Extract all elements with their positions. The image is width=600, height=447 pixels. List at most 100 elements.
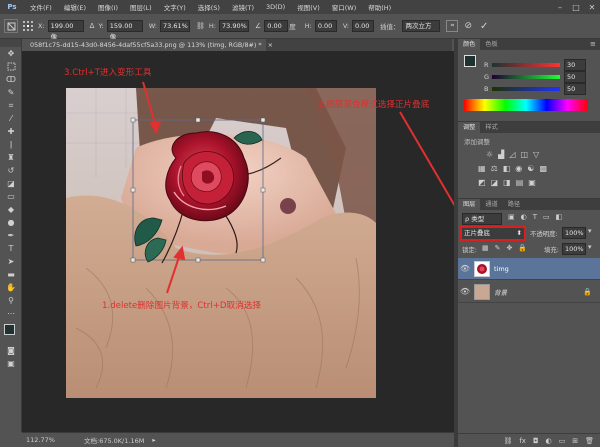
channel-b-input[interactable]: 50	[564, 83, 586, 95]
doc-size-info[interactable]: 文档:675.0K/1.16M	[84, 435, 144, 445]
more-tools-icon[interactable]: ⋯	[0, 307, 22, 320]
opacity-input[interactable]: 100%	[562, 227, 586, 239]
document-canvas[interactable]	[66, 88, 376, 398]
menu-filter[interactable]: 滤镜(T)	[226, 2, 260, 12]
crop-tool-icon[interactable]: ⌗	[0, 99, 22, 112]
gradient-map-icon[interactable]: ▤	[516, 178, 524, 187]
new-adjustment-icon[interactable]: ◐	[546, 437, 552, 445]
foreground-color-swatch[interactable]	[4, 324, 15, 335]
vibrance-icon[interactable]: ▽	[533, 150, 539, 159]
tab-color[interactable]: 颜色	[458, 39, 481, 50]
exposure-icon[interactable]: ◫	[520, 150, 528, 159]
shape-tool-icon[interactable]: ▬	[0, 268, 22, 281]
maximize-button[interactable]: □	[568, 0, 584, 14]
tab-adjustments[interactable]: 调整	[458, 122, 481, 133]
layer-name-background[interactable]: 背景	[494, 287, 507, 297]
healing-brush-tool-icon[interactable]: ✚	[0, 125, 22, 138]
brightness-icon[interactable]: ☼	[486, 150, 493, 159]
transform-tool-icon[interactable]	[4, 19, 18, 33]
marquee-tool-icon[interactable]	[0, 60, 22, 73]
delta-icon[interactable]: Δ	[90, 22, 95, 30]
lock-all-icon[interactable]: 🔒	[518, 244, 527, 252]
menu-help[interactable]: 帮助(H)	[362, 2, 397, 12]
menu-edit[interactable]: 编辑(E)	[58, 2, 92, 12]
channel-g-slider[interactable]	[492, 75, 560, 79]
lock-position-icon[interactable]: ✥	[507, 244, 513, 252]
photo-filter-icon[interactable]: ◉	[515, 164, 522, 173]
add-mask-icon[interactable]: ◘	[533, 437, 539, 445]
color-spectrum-bar[interactable]	[464, 99, 588, 111]
pen-tool-icon[interactable]: ✒	[0, 229, 22, 242]
levels-icon[interactable]: ▟	[498, 150, 504, 159]
menu-type[interactable]: 文字(Y)	[158, 2, 192, 12]
delete-layer-icon[interactable]: 🗑	[585, 437, 594, 445]
quick-mask-icon[interactable]: ◙	[0, 344, 22, 357]
link-layers-icon[interactable]: ⛓	[503, 437, 512, 445]
filter-shape-icon[interactable]: ▭	[543, 213, 550, 221]
tab-styles[interactable]: 样式	[480, 122, 502, 133]
menu-select[interactable]: 选择(S)	[192, 2, 226, 12]
color-balance-icon[interactable]: ⚖	[491, 164, 498, 173]
new-layer-icon[interactable]: ⊞	[572, 437, 578, 445]
history-brush-tool-icon[interactable]: ↺	[0, 164, 22, 177]
tab-layers[interactable]: 图层	[458, 199, 481, 210]
y-input[interactable]: 159.00 像	[106, 20, 143, 41]
minimize-button[interactable]: –	[552, 0, 568, 14]
eraser-tool-icon[interactable]: ◪	[0, 177, 22, 190]
clone-stamp-tool-icon[interactable]: ♜	[0, 151, 22, 164]
h-input[interactable]: 73.90%	[218, 20, 249, 32]
channel-b-slider[interactable]	[492, 87, 560, 91]
reference-point-icon[interactable]	[22, 20, 34, 32]
fill-dropdown-icon[interactable]: ▾	[588, 243, 592, 251]
filter-type-icon[interactable]: T	[533, 213, 537, 221]
color-swatches[interactable]	[0, 320, 21, 344]
layer-row-timg[interactable]: 👁 timg	[458, 258, 600, 280]
zoom-level[interactable]: 112.77%	[26, 436, 70, 444]
menu-window[interactable]: 窗口(W)	[326, 2, 363, 12]
move-tool-icon[interactable]: ✥	[0, 47, 22, 60]
x-input[interactable]: 199.00 像	[47, 20, 84, 41]
posterize-icon[interactable]: ◪	[491, 178, 499, 187]
new-group-icon[interactable]: ▭	[559, 437, 566, 445]
close-button[interactable]: ✕	[584, 0, 600, 14]
opacity-dropdown-icon[interactable]: ▾	[588, 227, 592, 235]
cancel-transform-icon[interactable]: ⊘	[464, 21, 472, 31]
layer-name-timg[interactable]: timg	[494, 265, 509, 273]
brush-tool-icon[interactable]: ǀ	[0, 138, 22, 151]
threshold-icon[interactable]: ◨	[503, 178, 511, 187]
blend-mode-select[interactable]: 正片叠底 ⬍	[460, 226, 526, 241]
menu-view[interactable]: 视图(V)	[291, 2, 326, 12]
filter-adjust-icon[interactable]: ◐	[521, 213, 527, 221]
w-input[interactable]: 73.61%	[160, 20, 191, 32]
hue-saturation-icon[interactable]: ▦	[478, 164, 486, 173]
screen-mode-icon[interactable]: ▣	[0, 357, 22, 370]
type-tool-icon[interactable]: T	[0, 242, 22, 255]
filter-pixel-icon[interactable]: ▣	[508, 213, 515, 221]
gradient-tool-icon[interactable]: ▭	[0, 190, 22, 203]
lasso-tool-icon[interactable]: ↀ	[0, 73, 22, 86]
menu-layer[interactable]: 图层(L)	[124, 2, 158, 12]
lock-transparent-icon[interactable]: ▦	[482, 244, 489, 252]
channel-g-input[interactable]: 50	[564, 71, 586, 83]
layer-style-icon[interactable]: fx	[519, 437, 526, 445]
background-visibility-eye-icon[interactable]: 👁	[458, 287, 472, 296]
link-icon[interactable]: ⛓	[196, 22, 205, 30]
v-skew-input[interactable]: 0.00	[351, 20, 374, 32]
angle-input[interactable]: 0.00	[264, 20, 289, 32]
lock-image-icon[interactable]: ✎	[495, 244, 501, 252]
filter-smart-icon[interactable]: ◧	[556, 213, 563, 221]
channel-r-input[interactable]: 30	[564, 59, 586, 71]
h-skew-input[interactable]: 0.00	[314, 20, 337, 32]
color-panel-menu-icon[interactable]: ≡	[590, 40, 596, 48]
layer-filter-select[interactable]: ρ 类型	[462, 213, 502, 225]
path-select-tool-icon[interactable]: ➤	[0, 255, 22, 268]
quick-select-tool-icon[interactable]: ✎	[0, 86, 22, 99]
tab-paths[interactable]: 路径	[503, 199, 525, 210]
channel-mixer-icon[interactable]: ☯	[527, 164, 534, 173]
document-tab-close[interactable]: ×	[268, 41, 273, 49]
interpolation-select[interactable]: 两次立方	[402, 20, 441, 32]
color-lookup-icon[interactable]: ▩	[539, 164, 547, 173]
warp-icon[interactable]: ⌗	[446, 20, 459, 32]
blur-tool-icon[interactable]: ◆	[0, 203, 22, 216]
curves-icon[interactable]: ◿	[509, 150, 515, 159]
